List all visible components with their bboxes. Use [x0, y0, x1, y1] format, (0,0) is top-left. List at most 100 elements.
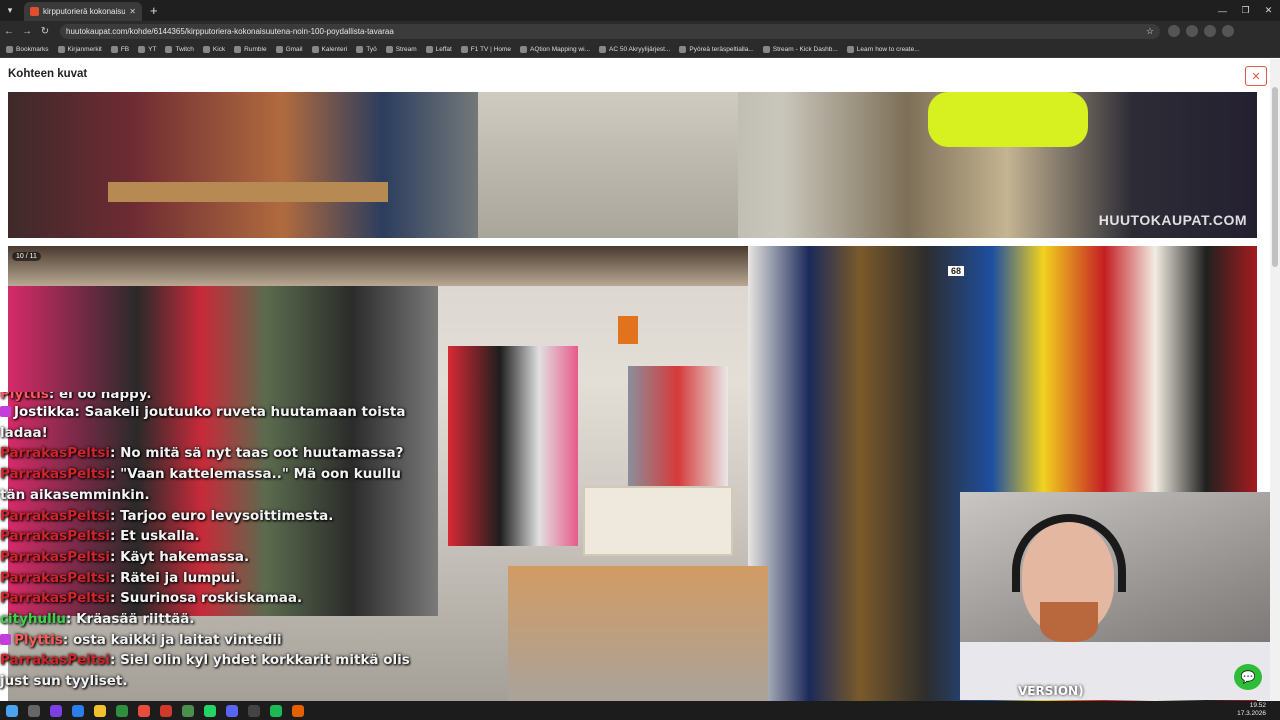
page-scrollbar[interactable] [1270, 59, 1280, 701]
chat-message: Plyttis: ei oo happy. [0, 392, 420, 402]
chat-text: : osta kaikki ja laitat vintedii [62, 631, 282, 648]
reload-icon[interactable]: ↻ [36, 26, 54, 37]
tab-title: kirpputorierä kokonaisuutena - [43, 7, 126, 16]
chat-text: : Rätei ja lumpui. [109, 569, 241, 586]
webcam-shirt [960, 642, 1280, 700]
bookmark-label: Twitch [175, 45, 194, 53]
bookmark-item[interactable]: Työ [356, 45, 377, 53]
window-close-icon[interactable]: ✕ [1257, 0, 1280, 21]
chat-message: ParrakasPeltsi: Rätei ja lumpui. [0, 568, 420, 589]
close-gallery-button[interactable]: ✕ [1245, 66, 1267, 86]
bookmark-item[interactable]: Stream [385, 45, 417, 53]
chat-message: ParrakasPeltsi: No mitä sä nyt taas oot … [0, 443, 420, 464]
bookmark-label: Kalenteri [321, 45, 348, 53]
firefox-icon[interactable] [292, 704, 304, 717]
chat-message: Jostikka: Saakeli joutuuko ruveta huutam… [0, 402, 420, 443]
photo-counter-badge: 10 / 11 [12, 252, 41, 261]
tab-search-icon[interactable]: ▾ [0, 0, 20, 21]
url-input[interactable]: huutokaupat.com/kohde/6144365/kirpputori… [60, 23, 1160, 39]
window-controls: — ❐ ✕ [1211, 0, 1280, 21]
chat-bubble-icon[interactable]: 💬 [1234, 664, 1262, 690]
bookmark-item[interactable]: Kirjanmerkit [57, 45, 102, 53]
photo-clothes-rack [448, 346, 578, 546]
app-icon[interactable] [72, 704, 84, 717]
app-icon[interactable] [50, 704, 62, 717]
bookmark-item[interactable]: Gmail [275, 45, 303, 53]
chat-message: ParrakasPeltsi: Tarjoo euro levysoittime… [0, 506, 420, 527]
file-explorer-icon[interactable] [94, 704, 106, 717]
bookmark-label: Työ [366, 45, 377, 53]
bookmark-item[interactable]: Bookmarks [6, 45, 49, 53]
bookmark-icon [311, 45, 319, 53]
bookmark-star-icon[interactable]: ☆ [1146, 26, 1154, 37]
extensions-puzzle-icon[interactable] [1204, 25, 1216, 37]
app-icon[interactable] [248, 704, 260, 717]
start-icon[interactable] [6, 704, 18, 717]
bookmark-icon [110, 45, 118, 53]
chat-badge-icon [0, 406, 11, 417]
chat-username: ParrakasPeltsi [0, 528, 110, 545]
bookmark-item[interactable]: Kick [202, 45, 225, 53]
bookmark-icon [679, 45, 687, 53]
back-icon[interactable]: ← [0, 26, 18, 37]
bookmark-item[interactable]: Learn how to create... [846, 45, 920, 53]
whatsapp-icon[interactable] [204, 704, 216, 717]
scrollbar-thumb[interactable] [1272, 87, 1278, 267]
chrome-icon[interactable] [182, 704, 194, 717]
photo-yellow-item [928, 92, 1088, 147]
bookmark-label: Rumble [244, 45, 267, 53]
clock-time: 19.52 [1249, 702, 1266, 709]
extension-icon[interactable] [1168, 25, 1180, 37]
webcam-beard [1040, 602, 1098, 642]
app-icon[interactable] [160, 704, 172, 717]
bookmark-item[interactable]: FB [110, 45, 130, 53]
bookmarks-bar: Bookmarks Kirjanmerkit FB YT Twitch Kick Rumbl… [0, 41, 1280, 58]
chat-username: ParrakasPeltsi [0, 548, 110, 565]
bookmark-item[interactable]: F1 TV | Home [460, 45, 511, 53]
profile-avatar[interactable] [1222, 25, 1234, 37]
bookmark-item[interactable]: AC 50 Akryylijärjest... [599, 45, 670, 53]
app-icon[interactable] [138, 704, 150, 717]
chat-username: ParrakasPeltsi [0, 569, 110, 586]
bookmark-label: FB [120, 45, 130, 53]
spotify-icon[interactable] [270, 704, 282, 717]
extensions-area [1168, 25, 1234, 37]
bookmark-item[interactable]: Leffat [425, 45, 452, 53]
bookmark-item[interactable]: AQtion Mapping wi... [520, 45, 590, 53]
bookmark-item[interactable]: Rumble [234, 45, 267, 53]
chat-username: ParrakasPeltsi [0, 445, 110, 462]
tab-close-icon[interactable]: ✕ [129, 7, 136, 16]
chat-message: cityhullu: Kräasää riittää. [0, 609, 420, 630]
chat-message: ParrakasPeltsi: Käyt hakemassa. [0, 547, 420, 568]
app-icon[interactable] [116, 704, 128, 717]
taskview-icon[interactable] [28, 704, 40, 717]
maximize-icon[interactable]: ❐ [1234, 0, 1257, 21]
new-tab-icon[interactable]: + [150, 3, 158, 18]
webcam-overlay: VERSION) [960, 492, 1280, 700]
discord-icon[interactable] [226, 704, 238, 717]
bookmark-label: Bookmarks [16, 45, 49, 53]
bookmark-icon [165, 45, 173, 53]
forward-icon[interactable]: → [18, 26, 36, 37]
chat-username: ParrakasPeltsi [0, 590, 110, 607]
minimize-icon[interactable]: — [1211, 0, 1234, 21]
bookmark-item[interactable]: Twitch [165, 45, 194, 53]
chat-username: ParrakasPeltsi [0, 466, 110, 483]
bookmark-item[interactable]: Stream - Kick Dashb... [762, 45, 838, 53]
extension-icon[interactable] [1186, 25, 1198, 37]
bookmark-icon [138, 45, 146, 53]
bookmark-item[interactable]: Kalenteri [311, 45, 348, 53]
bookmark-label: Gmail [285, 45, 303, 53]
chat-username: ParrakasPeltsi [0, 507, 110, 524]
bookmark-label: Pyöreä teräspeltialla... [689, 45, 754, 53]
chat-text: : ei oo happy. [48, 392, 152, 402]
bookmark-icon [520, 45, 528, 53]
bookmark-label: Kirjanmerkit [67, 45, 102, 53]
clock-date: 17.3.2026 [1237, 710, 1266, 717]
chat-text: : No mitä sä nyt taas oot huutamassa? [109, 445, 404, 462]
webcam-caption: VERSION) [1018, 684, 1084, 698]
bookmark-item[interactable]: Pyöreä teräspeltialla... [679, 45, 754, 53]
taskbar-clock[interactable]: 19.52 17.3.2026 [1237, 702, 1266, 718]
bookmark-item[interactable]: YT [138, 45, 156, 53]
browser-tab[interactable]: kirpputorierä kokonaisuutena - ✕ [24, 2, 142, 21]
